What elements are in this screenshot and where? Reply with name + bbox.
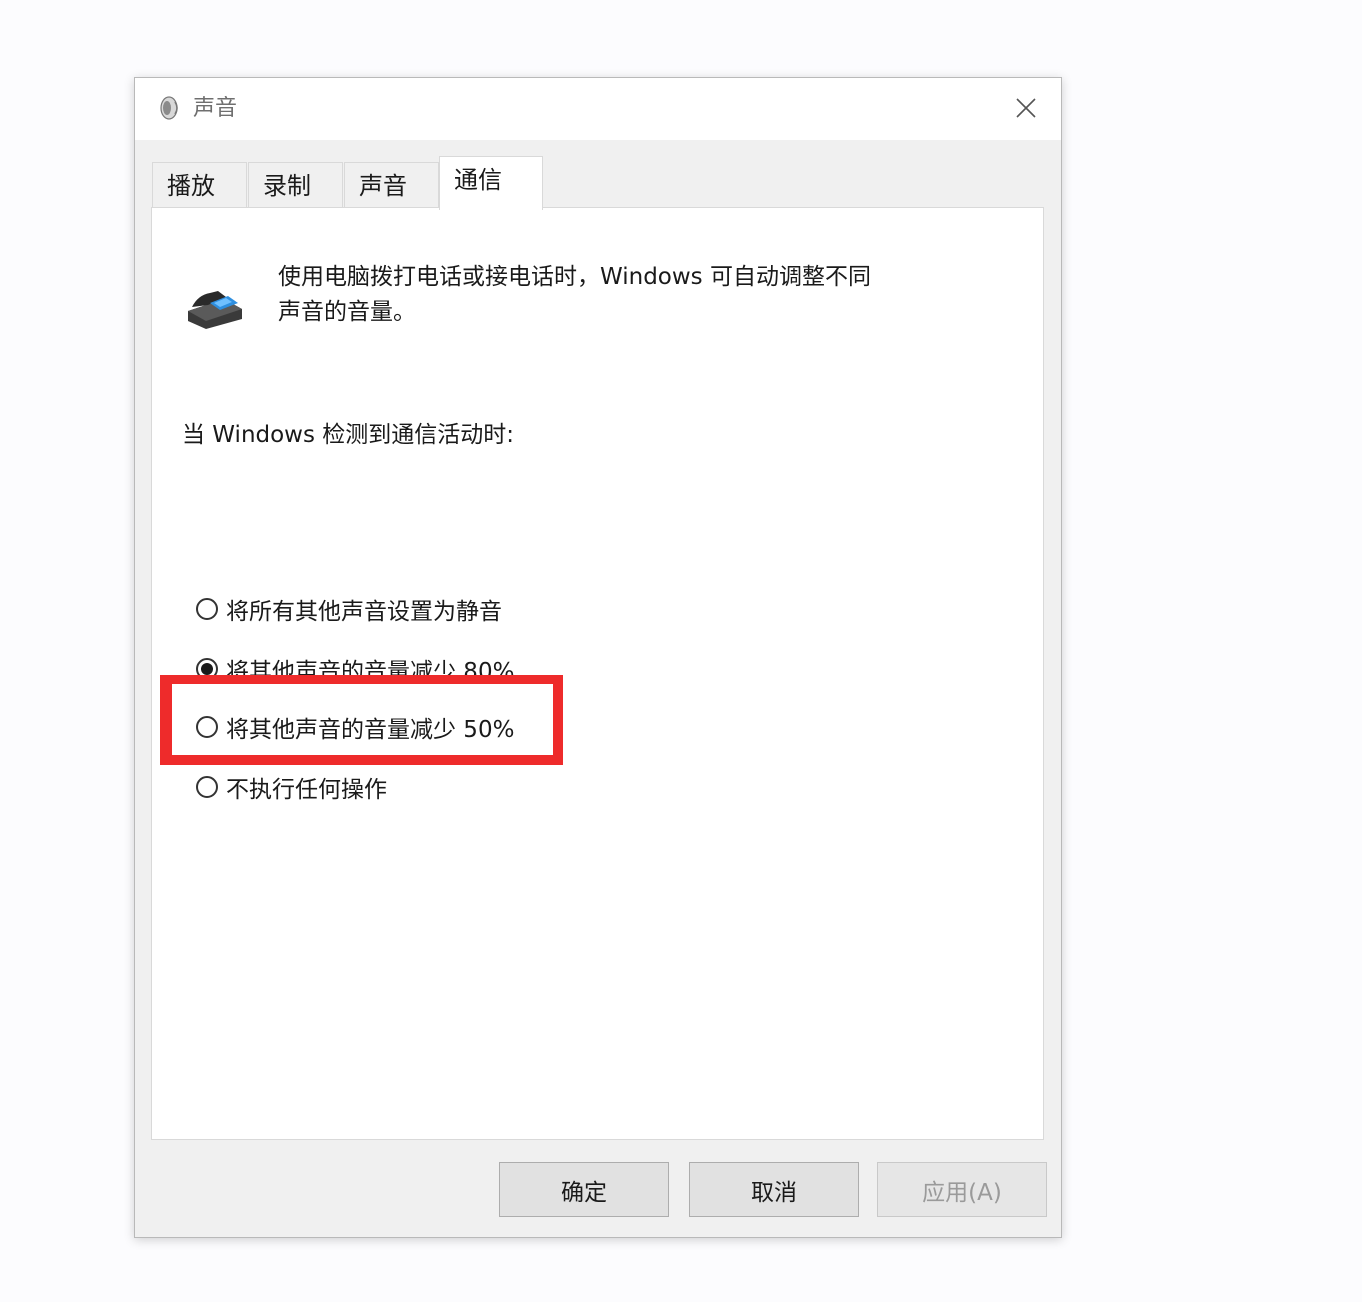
description-line-1: 使用电脑拨打电话或接电话时，Windows 可自动调整不同 (278, 264, 871, 290)
close-button[interactable] (1003, 88, 1049, 128)
option-label: 将其他声音的音量减少 50% (226, 717, 515, 743)
option-label: 不执行任何操作 (226, 777, 387, 803)
title-bar: 声音 (135, 78, 1061, 140)
telephone-icon (188, 291, 242, 329)
cancel-button[interactable]: 取消 (689, 1162, 859, 1217)
option-mute-all[interactable]: 将所有其他声音设置为静音 (196, 592, 502, 626)
window-title: 声音 (193, 96, 238, 121)
tab-communications[interactable]: 通信 (439, 156, 543, 210)
option-reduce-80[interactable]: 将其他声音的音量减少 80% (196, 652, 514, 686)
description-text: 使用电脑拨打电话或接电话时，Windows 可自动调整不同 声音的音量。 (278, 260, 938, 330)
detect-label: 当 Windows 检测到通信活动时: (182, 422, 515, 448)
description-line-2: 声音的音量。 (278, 299, 416, 325)
option-do-nothing[interactable]: 不执行任何操作 (196, 770, 387, 804)
ok-button[interactable]: 确定 (499, 1162, 669, 1217)
radio-button[interactable] (196, 598, 218, 620)
option-label: 将所有其他声音设置为静音 (226, 599, 502, 625)
tab-recording[interactable]: 录制 (248, 162, 343, 208)
speaker-icon (160, 96, 178, 120)
option-label: 将其他声音的音量减少 80% (226, 659, 515, 685)
communications-panel: 使用电脑拨打电话或接电话时，Windows 可自动调整不同 声音的音量。 当 W… (151, 207, 1044, 1140)
tab-playback[interactable]: 播放 (152, 162, 247, 208)
radio-button-selected[interactable] (196, 658, 218, 680)
tab-sounds[interactable]: 声音 (344, 162, 439, 208)
option-reduce-50[interactable]: 将其他声音的音量减少 50% (196, 710, 514, 744)
close-icon (1016, 98, 1036, 118)
radio-button[interactable] (196, 776, 218, 798)
radio-button[interactable] (196, 716, 218, 738)
apply-button[interactable]: 应用(A) (877, 1162, 1047, 1217)
sound-dialog: 声音 播放 录制 声音 通信 使用电脑拨打电话或接电话时，Windows 可自动… (134, 77, 1062, 1238)
